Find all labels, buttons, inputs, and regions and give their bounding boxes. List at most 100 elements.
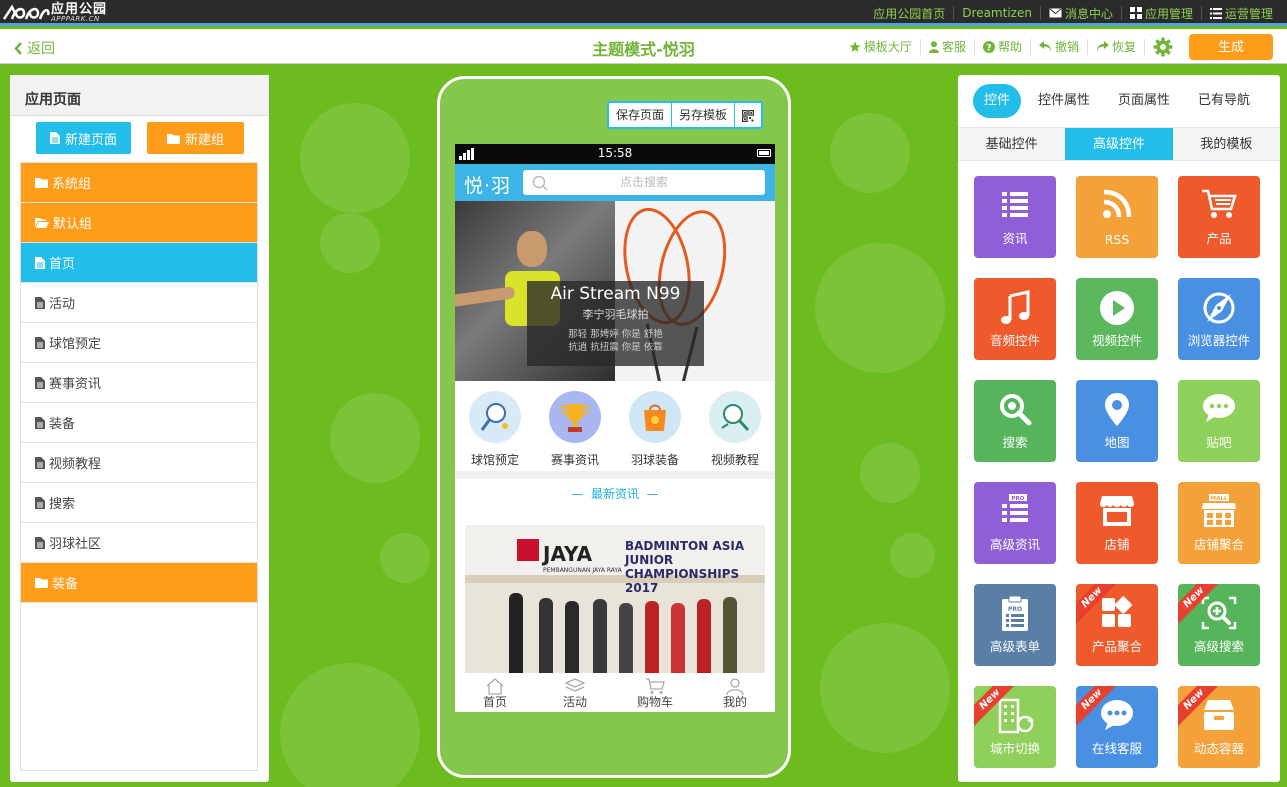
widget-map[interactable]: 地图 bbox=[1076, 380, 1158, 462]
link-user[interactable]: Dreamtizen bbox=[953, 6, 1040, 20]
redo-button[interactable]: 恢复 bbox=[1086, 38, 1144, 55]
widget-advanced-search-label: 高级搜索 bbox=[1193, 639, 1244, 654]
widget-forum[interactable]: 贴吧 bbox=[1178, 380, 1260, 462]
back-button[interactable]: 返回 bbox=[14, 38, 55, 58]
widget-shop[interactable]: 店铺 bbox=[1076, 482, 1158, 564]
shortcut-match-news[interactable]: 赛事资讯 bbox=[539, 391, 611, 471]
news-image[interactable]: JAYA PEMBANGUNAN JAYA RAYA BADMINTON ASI… bbox=[465, 525, 765, 673]
widget-news[interactable]: 资讯 bbox=[974, 176, 1056, 258]
group-equipment[interactable]: 装备 bbox=[21, 563, 257, 603]
tab-existing-nav[interactable]: 已有导航 bbox=[1187, 84, 1261, 118]
page-item-equipment[interactable]: 装备 bbox=[21, 403, 257, 443]
tab-widget-properties[interactable]: 控件属性 bbox=[1027, 84, 1101, 118]
link-operations[interactable]: 运营管理 bbox=[1200, 6, 1281, 21]
widget-video[interactable]: 视频控件 bbox=[1076, 278, 1158, 360]
hero-banner[interactable]: Air Stream N99 李宁羽毛球拍 那轻 那娉婷 你是 舒艳 抗逍 抗扭… bbox=[455, 201, 775, 381]
tab-advanced-widgets[interactable]: 高级控件 bbox=[1065, 128, 1173, 160]
group-system[interactable]: 系统组 bbox=[21, 163, 257, 203]
grid-icon bbox=[1129, 7, 1142, 19]
widget-video-label: 视频控件 bbox=[1091, 333, 1142, 348]
widget-advanced-news-label: 高级资讯 bbox=[989, 537, 1040, 552]
widget-product-label: 产品 bbox=[1206, 231, 1232, 246]
widget-browser[interactable]: 浏览器控件 bbox=[1178, 278, 1260, 360]
widget-product-aggregate[interactable]: New 产品聚合 bbox=[1076, 584, 1158, 666]
shortcut-court-booking[interactable]: 球馆预定 bbox=[459, 391, 531, 471]
list-icon bbox=[1002, 192, 1028, 217]
banner-line-2: 抗逍 抗扭震 你是 依靠 bbox=[568, 342, 663, 353]
new-group-button[interactable]: 新建组 bbox=[147, 122, 244, 154]
shop-icon bbox=[1100, 496, 1134, 526]
tab-widgets[interactable]: 控件 bbox=[973, 84, 1022, 118]
widget-advanced-news[interactable]: PRO 高级资讯 bbox=[974, 482, 1056, 564]
pages-panel: 应用页面 新建页面 新建组 系统组 默认组 首页 活动 球馆预定 赛事资讯 装备… bbox=[10, 75, 269, 782]
page-item-home[interactable]: 首页 bbox=[21, 243, 257, 283]
undo-icon bbox=[1038, 41, 1051, 52]
tab-activity[interactable]: 活动 bbox=[540, 674, 610, 712]
tab-mine[interactable]: 我的 bbox=[700, 674, 770, 712]
group-equipment-label: 装备 bbox=[52, 577, 79, 592]
widget-advanced-form-label: 高级表单 bbox=[989, 639, 1040, 654]
app-search-box[interactable]: 点击搜索 bbox=[523, 170, 765, 195]
shortcut-equipment[interactable]: 羽球装备 bbox=[619, 391, 691, 471]
group-system-label: 系统组 bbox=[52, 177, 92, 192]
widget-rss[interactable]: RSS bbox=[1076, 176, 1158, 258]
qr-code-icon bbox=[742, 109, 755, 122]
tab-activity-label: 活动 bbox=[562, 695, 587, 709]
news-event-line-1: BADMINTON ASIA JUNIOR bbox=[625, 539, 745, 567]
generate-button[interactable]: 生成 bbox=[1189, 33, 1273, 60]
widget-news-label: 资讯 bbox=[1002, 231, 1028, 246]
widget-city-switch[interactable]: New 城市切换 bbox=[974, 686, 1056, 768]
widget-audio[interactable]: 音频控件 bbox=[974, 278, 1056, 360]
widget-city-switch-label: 城市切换 bbox=[989, 741, 1040, 756]
page-item-search[interactable]: 搜索 bbox=[21, 483, 257, 523]
tab-home[interactable]: 首页 bbox=[460, 674, 530, 712]
widget-dynamic-container[interactable]: New 动态容器 bbox=[1178, 686, 1260, 768]
page-item-community[interactable]: 羽球社区 bbox=[21, 523, 257, 563]
shortcut-video-tutorials[interactable]: 视频教程 bbox=[699, 391, 771, 471]
app-tab-bar: 首页 活动 购物车 我的 bbox=[455, 674, 775, 712]
app-header: 悦·羽 点击搜索 bbox=[455, 164, 775, 201]
undo-button[interactable]: 撤销 bbox=[1029, 38, 1087, 55]
save-template-button[interactable]: 另存模板 bbox=[670, 103, 734, 127]
link-messages-label: 消息中心 bbox=[1064, 6, 1113, 21]
undo-label: 撤销 bbox=[1054, 40, 1079, 54]
link-app-manage[interactable]: 应用管理 bbox=[1120, 6, 1201, 21]
user-icon bbox=[928, 40, 939, 53]
app-search-placeholder: 点击搜索 bbox=[619, 175, 668, 189]
svg-text:MALL: MALL bbox=[1211, 496, 1228, 502]
qr-code-button[interactable] bbox=[734, 103, 761, 127]
widget-shop-aggregate[interactable]: MALL 店铺聚合 bbox=[1178, 482, 1260, 564]
widget-online-service[interactable]: New 在线客服 bbox=[1076, 686, 1158, 768]
box-icon bbox=[1204, 700, 1234, 730]
widget-advanced-form[interactable]: PRO 高级表单 bbox=[974, 584, 1056, 666]
folder-open-icon bbox=[35, 218, 49, 228]
page-item-activity[interactable]: 活动 bbox=[21, 283, 257, 323]
status-bar: 15:58 bbox=[455, 144, 775, 164]
link-home[interactable]: 应用公园首页 bbox=[865, 6, 953, 21]
tab-my-templates[interactable]: 我的模板 bbox=[1173, 128, 1280, 160]
new-page-label: 新建页面 bbox=[64, 131, 117, 147]
file-icon bbox=[35, 536, 45, 549]
widget-advanced-search[interactable]: New 高级搜索 bbox=[1178, 584, 1260, 666]
tab-cart[interactable]: 购物车 bbox=[620, 674, 690, 712]
app-park-logo[interactable]: 应用公园 APPPARK.CN bbox=[2, 1, 114, 25]
back-label: 返回 bbox=[27, 41, 55, 57]
rss-icon bbox=[1103, 189, 1132, 218]
new-page-button[interactable]: 新建页面 bbox=[36, 122, 131, 154]
widget-product[interactable]: 产品 bbox=[1178, 176, 1260, 258]
group-default[interactable]: 默认组 bbox=[21, 203, 257, 243]
help-button[interactable]: ? 帮助 bbox=[973, 38, 1030, 55]
svg-text:PRO: PRO bbox=[1008, 606, 1022, 613]
tab-page-properties[interactable]: 页面属性 bbox=[1107, 84, 1181, 118]
svg-text:?: ? bbox=[986, 43, 991, 53]
widget-search[interactable]: 搜索 bbox=[974, 380, 1056, 462]
tab-basic-widgets[interactable]: 基础控件 bbox=[958, 128, 1065, 160]
customer-service-button[interactable]: 客服 bbox=[919, 38, 974, 55]
template-hall-button[interactable]: 模板大厅 bbox=[841, 39, 920, 55]
settings-button[interactable] bbox=[1144, 37, 1181, 56]
save-page-button[interactable]: 保存页面 bbox=[609, 103, 671, 127]
page-item-video-tutorials[interactable]: 视频教程 bbox=[21, 443, 257, 483]
link-messages[interactable]: 消息中心 bbox=[1039, 6, 1121, 21]
page-item-match-news[interactable]: 赛事资讯 bbox=[21, 363, 257, 403]
page-item-court-booking[interactable]: 球馆预定 bbox=[21, 323, 257, 363]
